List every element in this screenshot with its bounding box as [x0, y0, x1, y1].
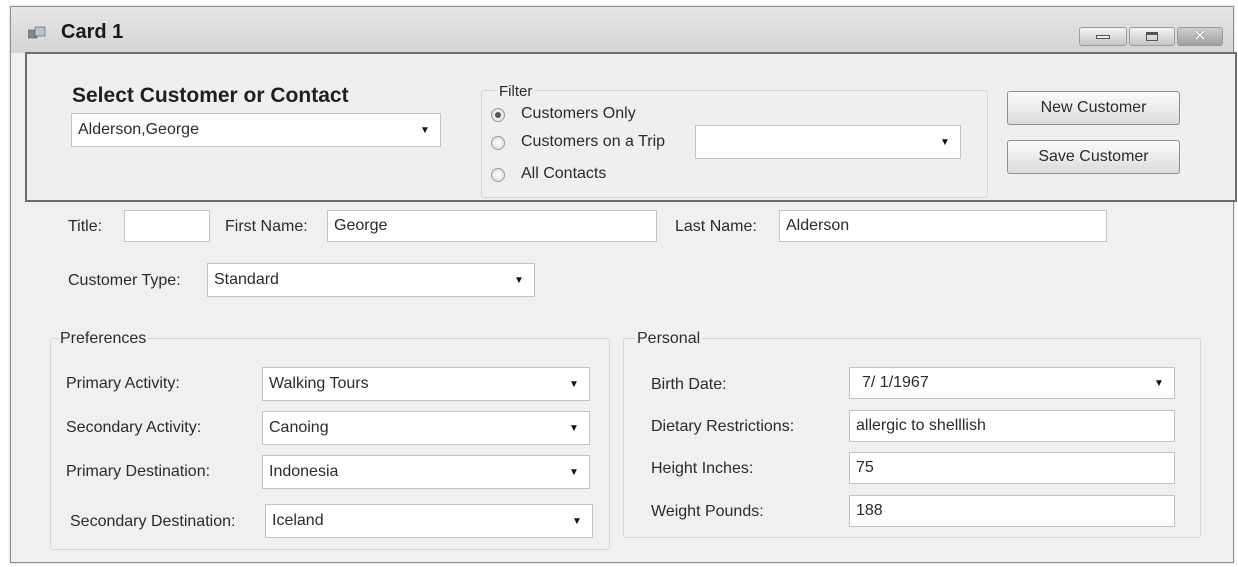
secondary-activity-value: Canoing [269, 419, 329, 436]
maximize-button[interactable] [1129, 27, 1175, 46]
secondary-activity-select[interactable]: Canoing ▼ [262, 411, 590, 445]
dietary-restrictions-field[interactable]: allergic to shelllish [849, 410, 1175, 442]
chevron-down-icon: ▼ [569, 378, 579, 390]
primary-destination-label: Primary Destination: [66, 463, 211, 480]
weight-pounds-label: Weight Pounds: [651, 503, 764, 520]
save-customer-button[interactable]: Save Customer [1007, 140, 1180, 174]
select-heading: Select Customer or Contact [72, 84, 349, 107]
radio-customers-on-trip-label[interactable]: Customers on a Trip [521, 133, 665, 151]
secondary-activity-label: Secondary Activity: [66, 419, 202, 436]
customer-type-value: Standard [214, 271, 279, 288]
minimize-button[interactable] [1079, 27, 1127, 46]
customer-select[interactable]: Alderson,George ▼ [71, 113, 441, 147]
last-name-label: Last Name: [675, 218, 757, 235]
primary-activity-value: Walking Tours [269, 375, 369, 392]
radio-all-contacts[interactable] [491, 168, 505, 182]
secondary-destination-label: Secondary Destination: [70, 513, 236, 530]
chevron-down-icon: ▼ [420, 124, 430, 136]
chevron-down-icon: ▼ [940, 136, 950, 148]
title-bar[interactable]: Card 1 ✕ [11, 7, 1233, 53]
window-title: Card 1 [61, 21, 124, 43]
primary-destination-select[interactable]: Indonesia ▼ [262, 455, 590, 489]
selection-panel: Select Customer or Contact Alderson,Geor… [25, 52, 1237, 202]
customer-type-select[interactable]: Standard ▼ [207, 263, 535, 297]
radio-customers-on-trip[interactable] [491, 136, 505, 150]
last-name-field[interactable]: Alderson [779, 210, 1107, 242]
radio-customers-only[interactable] [491, 108, 505, 122]
first-name-field[interactable]: George [327, 210, 657, 242]
title-label: Title: [68, 218, 103, 235]
radio-all-contacts-label[interactable]: All Contacts [521, 165, 606, 183]
primary-destination-value: Indonesia [269, 463, 339, 480]
chevron-down-icon: ▼ [572, 515, 582, 527]
primary-activity-label: Primary Activity: [66, 375, 180, 392]
app-icon [28, 26, 46, 39]
height-inches-label: Height Inches: [651, 460, 754, 477]
dietary-restrictions-label: Dietary Restrictions: [651, 418, 795, 435]
chevron-down-icon: ▼ [569, 466, 579, 478]
birth-date-value: 7/ 1/1967 [862, 374, 929, 391]
close-button[interactable]: ✕ [1177, 27, 1223, 46]
chevron-down-icon: ▼ [1154, 377, 1164, 389]
height-inches-field[interactable]: 75 [849, 452, 1175, 484]
title-field[interactable] [124, 210, 210, 242]
close-icon: ✕ [1193, 27, 1207, 45]
chevron-down-icon: ▼ [514, 274, 524, 286]
minimize-icon [1096, 34, 1110, 39]
preferences-legend: Preferences [58, 330, 149, 348]
birth-date-picker[interactable]: 7/ 1/1967 ▼ [849, 367, 1175, 399]
trip-select[interactable]: ▼ [695, 125, 961, 159]
radio-customers-only-label[interactable]: Customers Only [521, 105, 636, 123]
card-window: Card 1 ✕ Select Customer or Contact Alde… [10, 6, 1237, 563]
personal-legend: Personal [635, 330, 703, 348]
chevron-down-icon: ▼ [569, 422, 579, 434]
secondary-destination-select[interactable]: Iceland ▼ [265, 504, 593, 538]
weight-pounds-field[interactable]: 188 [849, 495, 1175, 527]
secondary-destination-value: Iceland [272, 512, 324, 529]
primary-activity-select[interactable]: Walking Tours ▼ [262, 367, 590, 401]
first-name-label: First Name: [225, 218, 308, 235]
birth-date-label: Birth Date: [651, 376, 727, 393]
customer-type-label: Customer Type: [68, 272, 181, 289]
maximize-icon [1146, 32, 1158, 41]
filter-legend: Filter [497, 83, 535, 100]
new-customer-button[interactable]: New Customer [1007, 91, 1180, 125]
customer-select-value: Alderson,George [78, 121, 199, 138]
